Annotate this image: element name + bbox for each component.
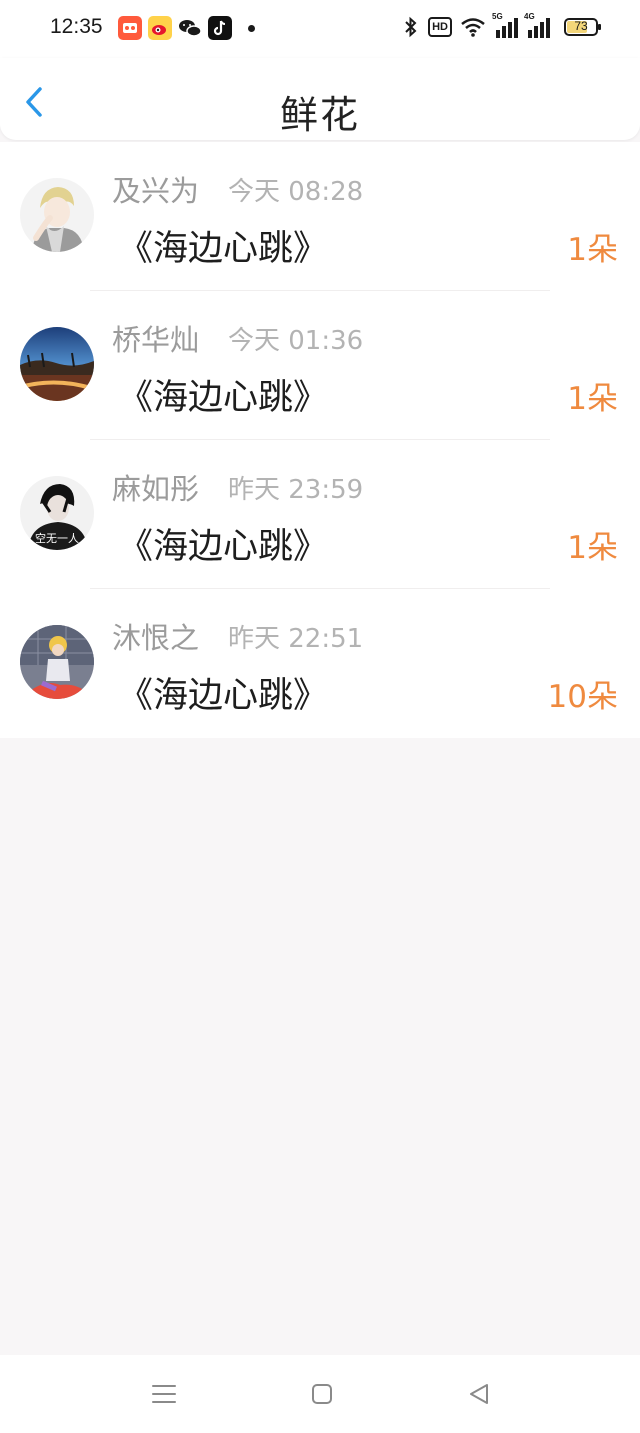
- weibo-icon: [148, 16, 172, 40]
- user-name: 沐恨之: [112, 621, 200, 655]
- status-bar: 12:35 HD 5G 4G 73: [0, 0, 640, 58]
- kuaishou-icon: [118, 16, 142, 40]
- system-status: HD 5G 4G 73: [402, 12, 601, 38]
- status-time: 12:35: [50, 15, 103, 38]
- list-item[interactable]: 沐恨之 昨天 22:51 《海边心跳》 10朵: [0, 589, 640, 738]
- user-name: 麻如彤: [112, 472, 200, 506]
- flower-count: 1朵: [567, 381, 618, 417]
- header: 鲜花: [0, 58, 640, 140]
- battery-icon: 73: [564, 18, 601, 36]
- wifi-icon: [461, 18, 485, 37]
- wechat-icon: [178, 16, 202, 40]
- avatar[interactable]: 空无一人: [20, 476, 94, 550]
- flower-count: 10朵: [547, 679, 618, 715]
- menu-button[interactable]: [149, 1379, 179, 1409]
- song-title: 《海边心跳》: [118, 229, 329, 269]
- triangle-back-icon: [470, 1384, 488, 1404]
- flower-count: 1朵: [567, 530, 618, 566]
- user-name: 桥华灿: [112, 323, 200, 357]
- page-title: 鲜花: [279, 93, 360, 137]
- user-name: 及兴为: [112, 174, 200, 208]
- list-item[interactable]: 及兴为 今天 08:28 《海边心跳》 1朵: [0, 142, 640, 291]
- back-nav-button[interactable]: [464, 1379, 494, 1409]
- avatar[interactable]: [20, 178, 94, 252]
- tiktok-icon: [208, 16, 232, 40]
- list-item[interactable]: 桥华灿 今天 01:36 《海边心跳》 1朵: [0, 291, 640, 440]
- flower-list: 及兴为 今天 08:28 《海边心跳》 1朵 桥华灿 今天 01:36 《海边心…: [0, 142, 640, 738]
- timestamp: 昨天 22:51: [228, 624, 364, 654]
- more-notifications-dot: [248, 24, 255, 32]
- flower-count: 1朵: [567, 232, 618, 268]
- system-nav-bar: [0, 1355, 640, 1433]
- song-title: 《海边心跳》: [118, 378, 329, 418]
- list-item[interactable]: 空无一人 麻如彤 昨天 23:59 《海边心跳》 1朵: [0, 440, 640, 589]
- timestamp: 昨天 23:59: [228, 475, 364, 505]
- avatar-caption: 空无一人: [35, 531, 79, 545]
- battery-level: 73: [574, 19, 588, 33]
- signal-4g-icon: 4G: [524, 12, 550, 38]
- home-button[interactable]: [307, 1379, 337, 1409]
- home-icon: [312, 1384, 332, 1404]
- hd-voice-icon: HD: [428, 17, 452, 37]
- notification-icons: [118, 16, 255, 40]
- timestamp: 今天 01:36: [228, 326, 364, 356]
- timestamp: 今天 08:28: [228, 177, 364, 207]
- menu-icon: [152, 1385, 176, 1403]
- signal-5g-icon: 5G: [492, 12, 518, 38]
- song-title: 《海边心跳》: [118, 527, 329, 567]
- avatar[interactable]: [20, 625, 94, 699]
- song-title: 《海边心跳》: [118, 676, 329, 716]
- bluetooth-icon: [405, 16, 417, 38]
- avatar[interactable]: [20, 327, 94, 401]
